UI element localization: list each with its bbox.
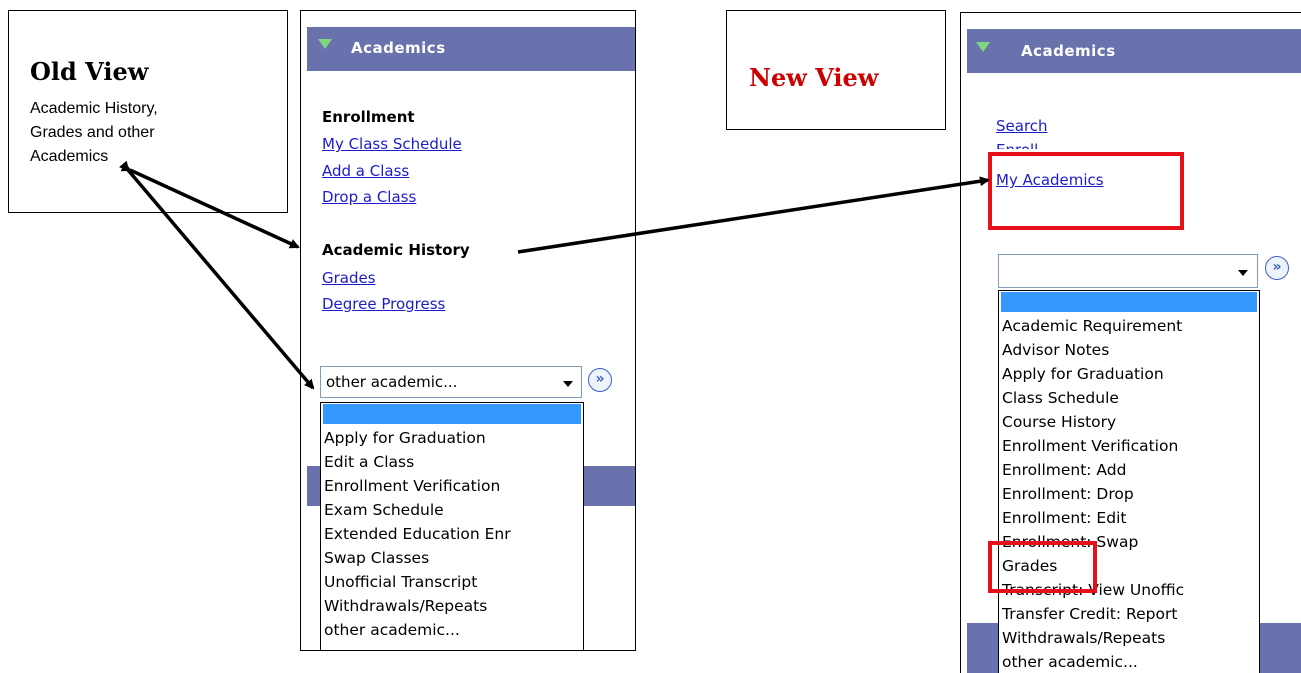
dropdown-caret-icon — [563, 381, 573, 387]
dropdown-option[interactable]: Edit a Class — [321, 450, 583, 474]
old-academics-select[interactable]: other academic... — [320, 366, 582, 398]
new-view-callout: New View — [726, 10, 946, 130]
dropdown-option[interactable]: Enrollment: Drop — [999, 482, 1259, 506]
old-select-value: other academic... — [326, 373, 458, 391]
dropdown-option[interactable]: Apply for Graduation — [321, 426, 583, 450]
old-view-description-line: Grades and other — [30, 124, 155, 141]
dropdown-option[interactable]: Enrollment Verification — [999, 434, 1259, 458]
dropdown-option[interactable]: Apply for Graduation — [999, 362, 1259, 386]
old-academics-title: Academics — [351, 39, 446, 57]
old-academics-dropdown: Apply for Graduation Edit a Class Enroll… — [320, 402, 584, 650]
dropdown-option[interactable]: Academic Requirement — [999, 314, 1259, 338]
new-academics-title: Academics — [1021, 42, 1116, 60]
dropdown-caret-icon — [1238, 270, 1248, 276]
old-view-description-line: Academics — [30, 148, 109, 165]
dropdown-option[interactable]: Unofficial Transcript — [321, 570, 583, 594]
link-add-a-class[interactable]: Add a Class — [322, 162, 409, 180]
link-drop-a-class[interactable]: Drop a Class — [322, 188, 416, 206]
dropdown-option[interactable]: Enrollment Verification — [321, 474, 583, 498]
enrollment-heading: Enrollment — [322, 108, 415, 126]
link-grades[interactable]: Grades — [322, 269, 376, 287]
old-academics-header[interactable]: Academics — [307, 27, 635, 71]
link-my-class-schedule[interactable]: My Class Schedule — [322, 135, 462, 153]
expand-triangle-icon — [976, 42, 990, 52]
my-academics-highlight — [988, 152, 1184, 230]
dropdown-option[interactable]: Extended Education Enr — [321, 522, 583, 546]
old-view-description-line: Academic History, — [30, 100, 158, 117]
link-degree-progress[interactable]: Degree Progress — [322, 295, 445, 313]
expand-triangle-icon — [318, 39, 332, 49]
old-view-callout: Old View Academic History, Grades and ot… — [8, 10, 288, 213]
dropdown-option[interactable]: Withdrawals/Repeats — [321, 594, 583, 618]
dropdown-option[interactable]: other academic... — [999, 650, 1259, 673]
dropdown-option[interactable]: Swap Classes — [321, 546, 583, 570]
dropdown-option[interactable]: Class Schedule — [999, 386, 1259, 410]
go-arrow-icon[interactable]: » — [588, 368, 612, 392]
new-view-title: New View — [749, 63, 879, 92]
old-academics-panel: Academics Enrollment My Class Schedule A… — [300, 10, 636, 651]
dropdown-option[interactable]: other academic... — [321, 618, 583, 642]
dropdown-blank-option[interactable] — [1001, 292, 1257, 312]
new-academics-dropdown: Academic Requirement Advisor Notes Apply… — [998, 290, 1260, 673]
new-academics-header[interactable]: Academics — [967, 29, 1301, 73]
grades-highlight — [988, 541, 1097, 593]
dropdown-option[interactable]: Advisor Notes — [999, 338, 1259, 362]
go-arrow-icon[interactable]: » — [1265, 256, 1289, 280]
dropdown-option[interactable]: Transfer Credit: Report — [999, 602, 1259, 626]
dropdown-option[interactable]: Enrollment: Edit — [999, 506, 1259, 530]
dropdown-option[interactable]: Withdrawals/Repeats — [999, 626, 1259, 650]
academic-history-heading: Academic History — [322, 241, 470, 259]
dropdown-option[interactable]: Course History — [999, 410, 1259, 434]
dropdown-blank-option[interactable] — [323, 404, 581, 424]
link-search[interactable]: Search — [996, 117, 1048, 135]
new-academics-select[interactable] — [998, 254, 1258, 288]
dropdown-option[interactable]: Exam Schedule — [321, 498, 583, 522]
old-view-description: Academic History, Grades and other Acade… — [30, 97, 158, 169]
dropdown-option[interactable]: Enrollment: Add — [999, 458, 1259, 482]
old-view-title: Old View — [30, 57, 149, 86]
